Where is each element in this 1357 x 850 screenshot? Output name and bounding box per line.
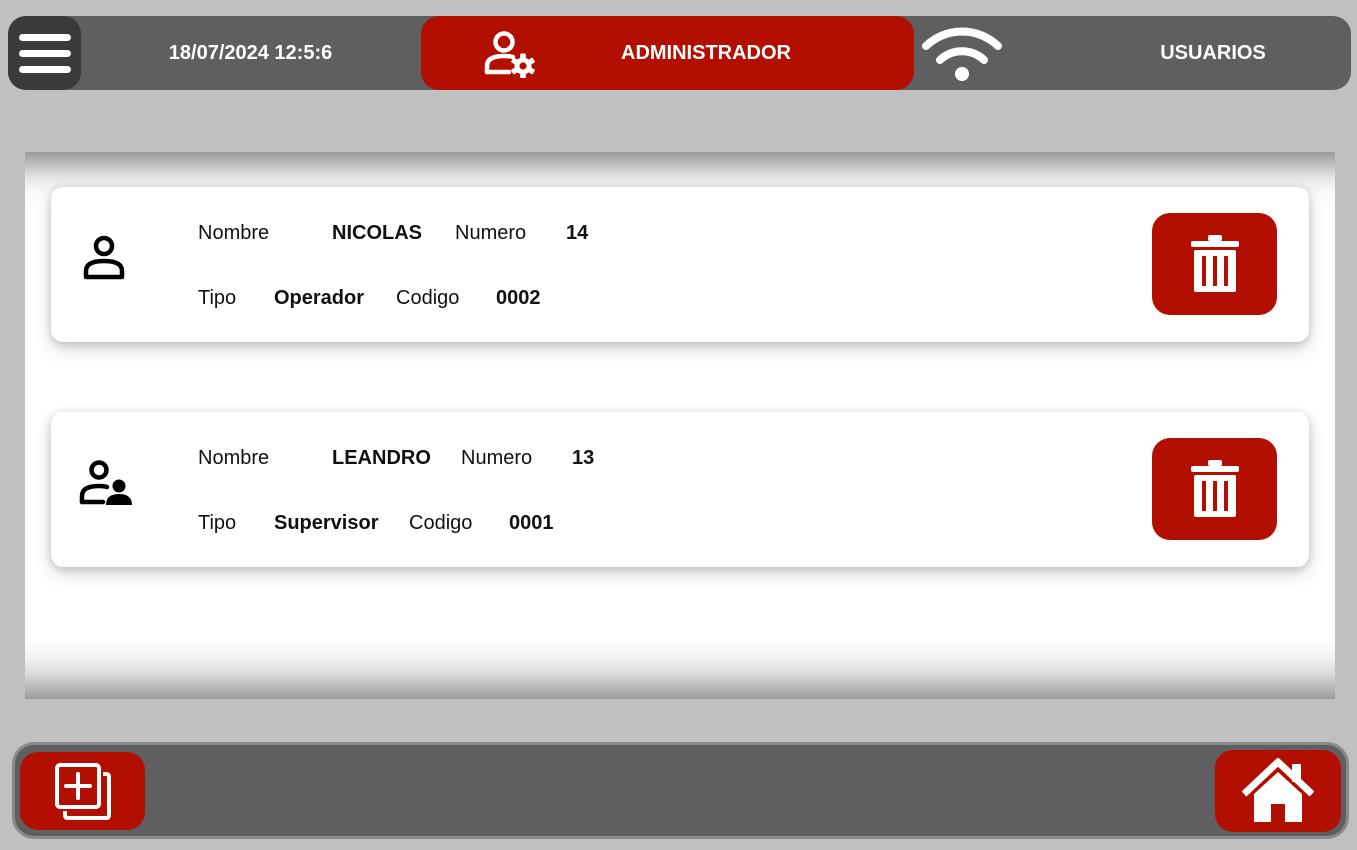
code-label: Codigo (409, 512, 473, 534)
trash-icon (1190, 235, 1239, 292)
trash-icon (1190, 460, 1239, 517)
code-value: 0001 (509, 512, 554, 534)
role-label: ADMINISTRADOR (621, 41, 791, 64)
name-label: Nombre (198, 222, 270, 244)
number-label: Numero (455, 222, 527, 244)
type-label: Tipo (198, 512, 237, 534)
wifi-icon (922, 27, 1002, 81)
delete-user-button[interactable] (1152, 213, 1277, 315)
home-button[interactable] (1215, 750, 1341, 832)
user-card[interactable]: Nombre LEANDRO Numero 13 Tipo Supervisor… (51, 412, 1309, 567)
name-value: LEANDRO (332, 447, 431, 469)
code-label: Codigo (396, 287, 460, 309)
name-label: Nombre (198, 447, 270, 469)
bottom-bar (12, 742, 1349, 839)
number-value: 13 (572, 447, 595, 469)
top-bar: 18/07/2024 12:5:6 ADMINISTRADOR USUARIOS (8, 16, 1351, 90)
user-gear-icon (484, 31, 535, 78)
number-label: Numero (461, 447, 533, 469)
type-value: Supervisor (274, 512, 379, 534)
user-list-panel: Nombre NICOLAS Numero 14 Tipo Operador C… (25, 152, 1335, 699)
hamburger-menu-icon (18, 33, 71, 41)
number-value: 14 (566, 222, 589, 244)
add-copy-icon (54, 763, 111, 820)
users-group-icon (79, 460, 132, 505)
user-icon (83, 235, 125, 280)
delete-user-button[interactable] (1152, 438, 1277, 540)
name-value: NICOLAS (332, 222, 422, 244)
menu-button[interactable] (8, 16, 81, 90)
datetime-display: 18/07/2024 12:5:6 (168, 41, 333, 64)
user-card[interactable]: Nombre NICOLAS Numero 14 Tipo Operador C… (51, 187, 1309, 342)
section-title: USUARIOS (1160, 41, 1266, 64)
type-label: Tipo (198, 287, 237, 309)
role-badge: ADMINISTRADOR (421, 16, 914, 90)
home-icon (1242, 758, 1314, 822)
type-value: Operador (274, 287, 365, 309)
code-value: 0002 (496, 287, 541, 309)
add-user-button[interactable] (20, 752, 145, 830)
